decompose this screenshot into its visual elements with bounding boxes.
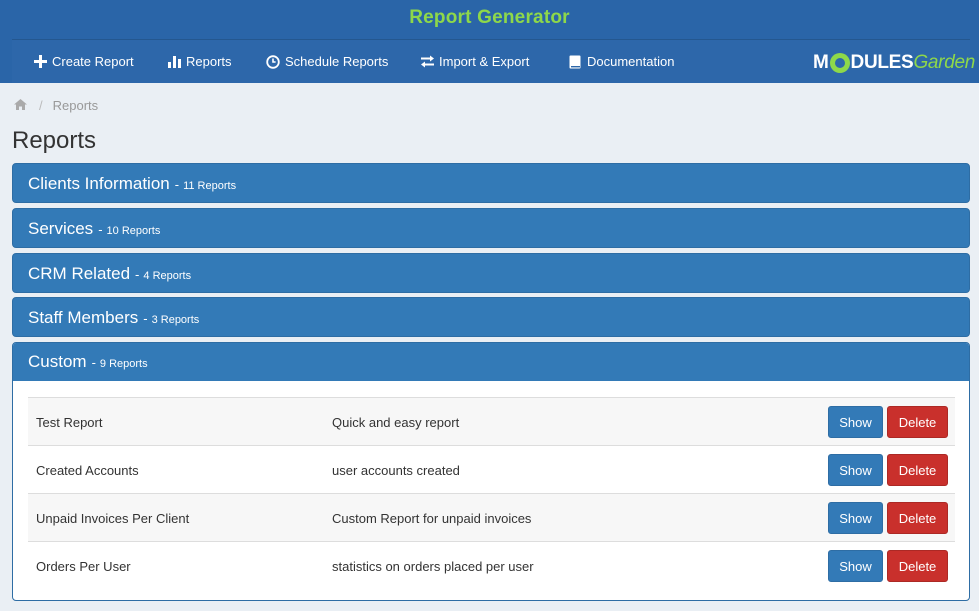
report-name: Unpaid Invoices Per Client	[36, 510, 190, 526]
breadcrumb-current: Reports	[52, 97, 99, 113]
table-row: Unpaid Invoices Per Client Custom Report…	[28, 493, 955, 541]
delete-button[interactable]: Delete	[887, 454, 948, 486]
category-count: 11 Reports	[183, 179, 237, 192]
category-panel-custom: Custom - 9 Reports Test Report Quick and…	[12, 342, 970, 601]
category-panel-clients-information[interactable]: Clients Information - 11 Reports	[12, 163, 970, 203]
category-count: 4 Reports	[143, 269, 192, 282]
report-description: statistics on orders placed per user	[332, 558, 534, 574]
category-name: Staff Members	[28, 308, 139, 327]
modulesgarden-logo[interactable]: M DULES Garden	[813, 52, 975, 74]
nav-schedule-reports[interactable]: Schedule Reports	[265, 40, 388, 83]
nav-documentation[interactable]: Documentation	[567, 40, 674, 83]
report-description: Quick and easy report	[332, 414, 460, 430]
nav-reports-label: Reports	[186, 54, 232, 69]
home-icon[interactable]	[14, 98, 27, 113]
nav-reports[interactable]: Reports	[166, 40, 232, 83]
nav-import-export[interactable]: Import & Export	[419, 40, 529, 83]
clock-icon	[265, 54, 281, 70]
delete-button[interactable]: Delete	[887, 502, 948, 534]
category-name: Custom	[28, 352, 87, 371]
delete-button[interactable]: Delete	[887, 550, 948, 582]
main-navbar: Create Report Reports Schedule Reports I…	[12, 39, 975, 83]
table-row: Test Report Quick and easy report Show D…	[28, 397, 955, 445]
category-panel-crm-related[interactable]: CRM Related - 4 Reports	[12, 253, 970, 293]
report-name: Created Accounts	[36, 462, 139, 478]
panel-heading: Clients Information - 11 Reports	[28, 174, 237, 193]
nav-documentation-label: Documentation	[587, 54, 675, 69]
nav-schedule-reports-label: Schedule Reports	[285, 54, 389, 69]
panel-heading: CRM Related - 4 Reports	[28, 264, 192, 283]
table-row: Created Accounts user accounts created S…	[28, 445, 955, 493]
category-count: 10 Reports	[106, 224, 161, 237]
custom-panel-header[interactable]: Custom - 9 Reports	[13, 343, 969, 381]
category-panel-services[interactable]: Services - 10 Reports	[12, 208, 970, 248]
report-description: user accounts created	[332, 462, 460, 478]
table-row: Orders Per User statistics on orders pla…	[28, 541, 955, 589]
category-panel-staff-members[interactable]: Staff Members - 3 Reports	[12, 297, 970, 337]
breadcrumb: / Reports	[14, 97, 98, 113]
app-title: Report Generator	[409, 7, 570, 28]
show-button[interactable]: Show	[828, 454, 883, 486]
report-description: Custom Report for unpaid invoices	[332, 510, 532, 526]
delete-button[interactable]: Delete	[887, 406, 948, 438]
nav-create-report[interactable]: Create Report	[32, 40, 134, 83]
book-icon	[567, 54, 583, 70]
category-name: Clients Information	[28, 174, 170, 193]
report-name: Test Report	[36, 414, 103, 430]
panel-heading: Services - 10 Reports	[28, 219, 161, 238]
nav-create-report-label: Create Report	[52, 54, 134, 69]
report-name: Orders Per User	[36, 558, 131, 574]
show-button[interactable]: Show	[828, 550, 883, 582]
nav-import-export-label: Import & Export	[439, 54, 530, 69]
panel-heading: Staff Members - 3 Reports	[28, 308, 200, 327]
panel-heading: Custom - 9 Reports	[28, 352, 148, 371]
show-button[interactable]: Show	[828, 406, 883, 438]
breadcrumb-separator: /	[39, 97, 43, 113]
top-header: Report Generator Create Report Reports S…	[0, 0, 979, 83]
category-name: CRM Related	[28, 264, 131, 283]
bar-chart-icon	[166, 54, 182, 70]
plus-icon	[32, 54, 48, 70]
page-title: Reports	[12, 127, 97, 154]
category-count: 3 Reports	[151, 313, 200, 326]
exchange-icon	[419, 54, 435, 70]
category-count: 9 Reports	[99, 357, 148, 370]
show-button[interactable]: Show	[828, 502, 883, 534]
logo-globe-icon	[829, 53, 850, 73]
category-name: Services	[28, 219, 94, 238]
